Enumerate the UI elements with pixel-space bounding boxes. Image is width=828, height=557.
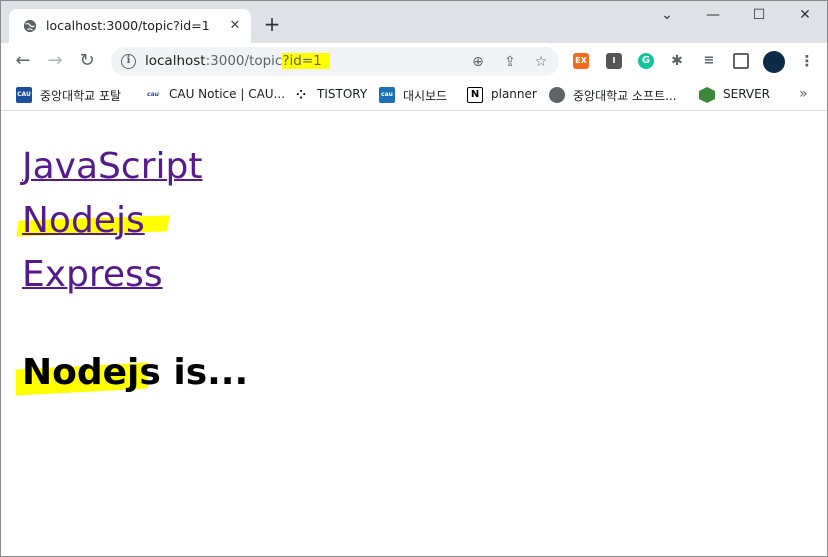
media-icon[interactable]: ≡	[701, 53, 717, 69]
share-icon[interactable]: ⇪	[501, 53, 519, 71]
topic-link-express[interactable]: Express	[22, 248, 202, 302]
url-host: localhost	[145, 53, 206, 69]
browser-toolbar: ← → ↻ i localhost:3000/topic?id=1 ⊕ ⇪ ☆ …	[1, 43, 827, 79]
topic-nav: JavaScript Nodejs Express	[16, 140, 202, 302]
chevron-down-icon[interactable]: ⌄	[655, 5, 679, 25]
bookmark-label: planner	[491, 87, 537, 101]
url-text[interactable]: localhost:3000/topic?id=1	[145, 53, 330, 69]
tistory-icon: ⁘	[295, 88, 307, 102]
more-bookmarks-icon[interactable]: »	[799, 86, 808, 104]
extension-ex-icon[interactable]: EX	[573, 53, 589, 69]
star-icon[interactable]: ☆	[532, 53, 550, 71]
cau-icon: CAU	[16, 87, 32, 103]
side-panel-icon[interactable]	[733, 53, 749, 69]
tab-title: localhost:3000/topic?id=1	[46, 18, 210, 33]
bookmark-label: 중앙대학교 소프트...	[573, 89, 677, 103]
close-icon[interactable]: ✕	[227, 18, 243, 34]
cau-dashboard-icon: cau	[379, 87, 395, 103]
topic-description: Nodejs is...	[22, 352, 248, 393]
notion-icon: N	[467, 87, 483, 103]
info-icon[interactable]: i	[121, 54, 136, 69]
minimize-button[interactable]: —	[701, 5, 725, 25]
avatar[interactable]	[763, 51, 785, 73]
topic-link-javascript[interactable]: JavaScript	[22, 140, 202, 194]
cau-logo-icon: cau	[147, 91, 159, 98]
maximize-button[interactable]: ☐	[747, 5, 771, 25]
globe-icon	[23, 19, 37, 33]
close-window-button[interactable]: ✕	[793, 5, 817, 25]
address-bar[interactable]: i localhost:3000/topic?id=1 ⊕ ⇪ ☆	[111, 47, 559, 76]
topic-suffix: is...	[160, 352, 249, 393]
bookmark-label: 중앙대학교 포탈	[40, 89, 122, 103]
url-query: ?id=1	[282, 53, 330, 69]
grammarly-icon[interactable]: G	[638, 53, 654, 69]
bookmark-label: CAU Notice | CAU...	[169, 87, 286, 101]
topic-link-nodejs[interactable]: Nodejs	[16, 194, 202, 248]
reload-button[interactable]: ↻	[77, 51, 97, 71]
zoom-icon[interactable]: ⊕	[469, 53, 487, 71]
url-path: :3000/topic	[205, 53, 283, 69]
extension-i-icon[interactable]: I	[606, 53, 622, 69]
highlighted-topic-name: Nodejs	[22, 352, 161, 393]
page-content: JavaScript Nodejs Express Nodejs is...	[1, 112, 827, 556]
bookmark-label: 대시보드	[403, 89, 448, 103]
tab-active[interactable]: localhost:3000/topic?id=1 ✕	[9, 9, 251, 43]
back-button[interactable]: ←	[13, 51, 33, 71]
browser-window: localhost:3000/topic?id=1 ✕ + ⌄ — ☐ ✕ ← …	[0, 0, 828, 557]
menu-icon[interactable]: ⋮	[799, 53, 815, 69]
bookmark-label: TISTORY	[317, 87, 368, 101]
bookmarks-bar: CAU 중앙대학교 포탈 cau CAU Notice | CAU... ⁘ T…	[1, 79, 827, 111]
new-tab-button[interactable]: +	[262, 14, 282, 34]
forward-button[interactable]: →	[45, 51, 65, 71]
globe-icon	[549, 87, 565, 103]
puzzle-icon[interactable]: ✱	[669, 53, 685, 69]
bookmark-label: SERVER	[723, 87, 771, 101]
nodejs-icon	[699, 87, 715, 103]
tab-strip: localhost:3000/topic?id=1 ✕ + ⌄ — ☐ ✕	[1, 1, 827, 43]
